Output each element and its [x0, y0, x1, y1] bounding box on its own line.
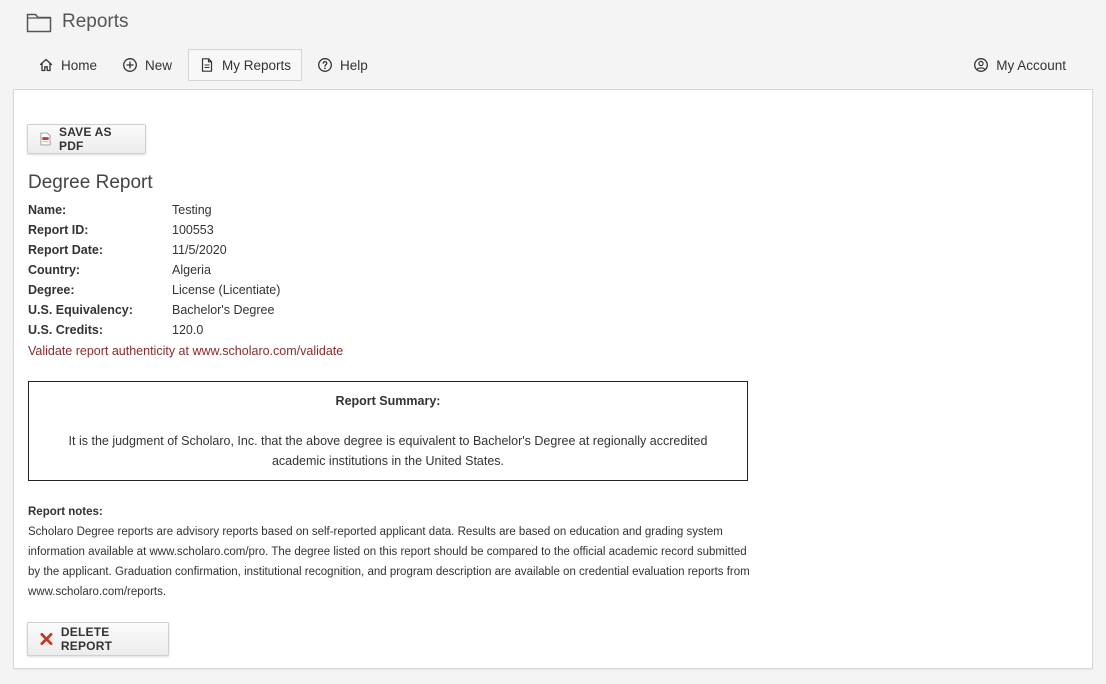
main-nav: Home New My Reports Help My Account: [26, 49, 1093, 81]
document-icon: [201, 58, 213, 72]
field-value: Testing: [172, 203, 212, 217]
field-value: 11/5/2020: [172, 243, 227, 257]
field-value: 120.0: [172, 323, 204, 337]
field-value: 100553: [172, 223, 214, 237]
user-circle-icon: [974, 58, 989, 72]
nav-home[interactable]: Home: [28, 49, 107, 81]
field-label: Report ID:: [28, 223, 89, 237]
field-label: Degree:: [28, 283, 75, 297]
nav-help-label: Help: [340, 57, 368, 73]
summary-heading: Report Summary:: [335, 394, 441, 408]
nav-help[interactable]: Help: [307, 49, 378, 81]
report-title: Degree Report: [28, 172, 153, 193]
field-value: Algeria: [172, 263, 211, 277]
nav-my-reports[interactable]: My Reports: [188, 49, 303, 81]
app-header: Reports: [26, 11, 129, 33]
nav-my-reports-label: My Reports: [222, 57, 292, 73]
field-label: U.S. Equivalency:: [28, 303, 133, 317]
delete-report-label: DELETE REPORT: [60, 625, 113, 653]
app-title: Reports: [62, 11, 129, 32]
field-value: Bachelor's Degree: [172, 303, 275, 317]
delete-report-button[interactable]: DELETE REPORT: [27, 622, 169, 656]
summary-text: It is the judgment of Scholaro, Inc. tha…: [68, 434, 708, 468]
notes-heading: Report notes:: [28, 506, 103, 518]
field-label: U.S. Credits:: [28, 323, 104, 337]
save-as-pdf-button[interactable]: SAVE AS PDF: [27, 124, 146, 154]
notes-text: Scholaro Degree reports are advisory rep…: [28, 526, 750, 598]
plus-circle-icon: [123, 58, 137, 72]
field-label: Name:: [28, 203, 67, 217]
nav-my-account[interactable]: My Account: [963, 49, 1076, 81]
report-panel: SAVE AS PDF Degree Report Name: Testing …: [13, 89, 1093, 669]
field-label: Country:: [28, 263, 81, 277]
pdf-icon: [40, 132, 51, 146]
report-summary-box: Report Summary: It is the judgment of Sc…: [28, 381, 748, 481]
nav-new-label: New: [145, 57, 173, 73]
help-circle-icon: [318, 58, 332, 72]
field-value: License (Licentiate): [172, 283, 281, 297]
save-as-pdf-label: SAVE AS PDF: [58, 125, 112, 153]
nav-my-account-label: My Account: [996, 57, 1066, 73]
field-label: Report Date:: [28, 243, 104, 257]
folder-icon: [26, 13, 52, 33]
validate-link[interactable]: Validate report authenticity at www.scho…: [28, 341, 343, 361]
nav-home-label: Home: [61, 57, 98, 73]
delete-x-icon: [40, 633, 53, 645]
home-icon: [39, 58, 53, 72]
nav-new[interactable]: New: [112, 49, 182, 81]
